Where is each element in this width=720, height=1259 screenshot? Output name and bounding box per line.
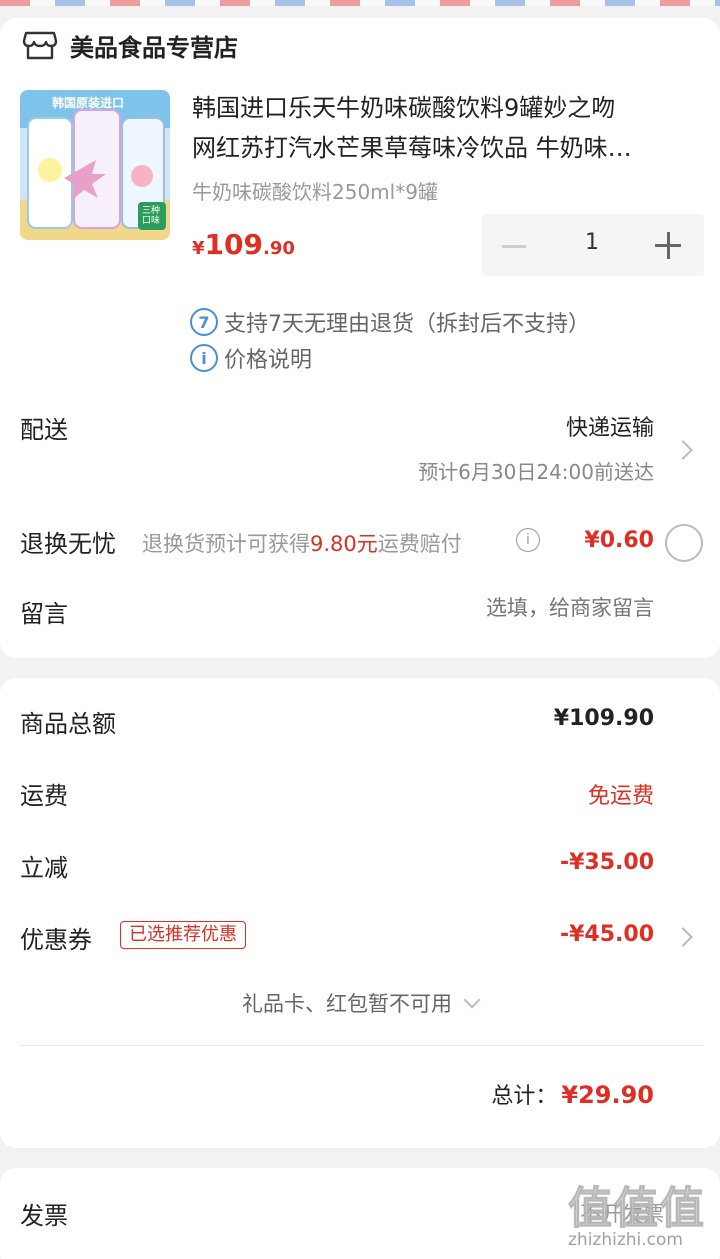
product-image-badge: 三种口味 bbox=[141, 206, 160, 226]
decrease-quantity-button[interactable] bbox=[500, 232, 528, 260]
coupon-value[interactable]: -¥45.00 bbox=[560, 922, 654, 947]
watermark-logo: 值值值 bbox=[568, 1183, 706, 1235]
product-spec[interactable]: 牛奶味碳酸饮料250ml*9罐 bbox=[192, 176, 438, 205]
return-policy-text: 支持7天无理由退货（拆封后不支持） bbox=[224, 312, 590, 337]
price-note-text: 价格说明 bbox=[224, 348, 313, 373]
info-icon[interactable]: i bbox=[516, 528, 540, 552]
price-decimal: .90 bbox=[262, 238, 295, 259]
info-icon: i bbox=[190, 344, 218, 372]
goods-total-label: 商品总额 bbox=[20, 710, 116, 738]
product-image-caption: 韩国原装进口 bbox=[52, 96, 125, 110]
total-label: 总计： bbox=[491, 1084, 558, 1109]
order-total: 总计： ¥29.90 bbox=[491, 1078, 654, 1110]
worry-free-desc-suffix: 运费赔付 bbox=[377, 532, 462, 556]
divider bbox=[20, 1045, 704, 1046]
worry-free-desc-prefix: 退换货预计可获得 bbox=[142, 532, 310, 556]
store-header[interactable]: 美品食品专营店 bbox=[22, 24, 238, 66]
top-decoration-strip bbox=[0, 0, 720, 6]
message-label: 留言 bbox=[20, 600, 68, 628]
increase-quantity-button[interactable] bbox=[654, 232, 682, 260]
message-input[interactable] bbox=[354, 596, 654, 620]
delivery-eta[interactable]: 预计6月30日24:00前送达 bbox=[418, 456, 654, 485]
product-price: ¥109.90 bbox=[192, 228, 295, 261]
delivery-label: 配送 bbox=[20, 416, 68, 444]
worry-free-label: 退换无忧 bbox=[20, 530, 116, 558]
price-note[interactable]: i 价格说明 bbox=[190, 342, 312, 374]
product-image[interactable]: 韩国原装进口 三种口味 bbox=[20, 90, 170, 240]
chevron-down-icon bbox=[463, 991, 481, 1009]
shipping-label: 运费 bbox=[20, 782, 68, 810]
goods-total-value: ¥109.90 bbox=[553, 706, 654, 731]
giftcard-toggle[interactable]: 礼品卡、红包暂不可用 bbox=[0, 988, 720, 1018]
discount-value: -¥35.00 bbox=[559, 850, 654, 875]
return-policy[interactable]: 7 支持7天无理由退货（拆封后不支持） bbox=[190, 306, 590, 338]
shop-icon bbox=[22, 31, 58, 60]
product-title-line-1: 韩国进口乐天牛奶味碳酸饮料9罐妙之吻 bbox=[192, 94, 616, 122]
discount-label: 立减 bbox=[20, 854, 68, 882]
coupon-tag[interactable]: 已选推荐优惠 bbox=[120, 921, 246, 949]
price-integer: 109 bbox=[204, 228, 263, 261]
giftcard-text: 礼品卡、红包暂不可用 bbox=[242, 992, 452, 1016]
price-currency: ¥ bbox=[192, 238, 205, 259]
coupon-label: 优惠券 bbox=[20, 926, 92, 954]
store-name: 美品食品专营店 bbox=[70, 33, 238, 62]
worry-free-amount: 9.80元 bbox=[310, 532, 378, 556]
shipping-value: 免运费 bbox=[587, 784, 654, 809]
watermark-url: zhizhizhi.com bbox=[568, 1230, 683, 1250]
quantity-stepper: 1 bbox=[482, 214, 704, 276]
worry-free-price: ¥0.60 bbox=[584, 528, 654, 553]
total-value: ¥29.90 bbox=[561, 1081, 654, 1109]
product-title[interactable]: 韩国进口乐天牛奶味碳酸饮料9罐妙之吻 网红苏打汽水芒果草莓味冷饮品 牛奶味… bbox=[192, 88, 697, 168]
site-watermark: 值值值 zhizhizhi.com bbox=[560, 1172, 720, 1259]
product-title-line-2: 网红苏打汽水芒果草莓味冷饮品 牛奶味… bbox=[192, 134, 632, 162]
worry-free-radio[interactable] bbox=[665, 524, 703, 562]
quantity-value[interactable]: 1 bbox=[572, 230, 612, 255]
invoice-label: 发票 bbox=[20, 1202, 68, 1230]
delivery-type[interactable]: 快递运输 bbox=[566, 410, 654, 442]
worry-free-description: 退换货预计可获得9.80元运费赔付 bbox=[142, 528, 462, 558]
return-days-icon: 7 bbox=[190, 308, 218, 336]
